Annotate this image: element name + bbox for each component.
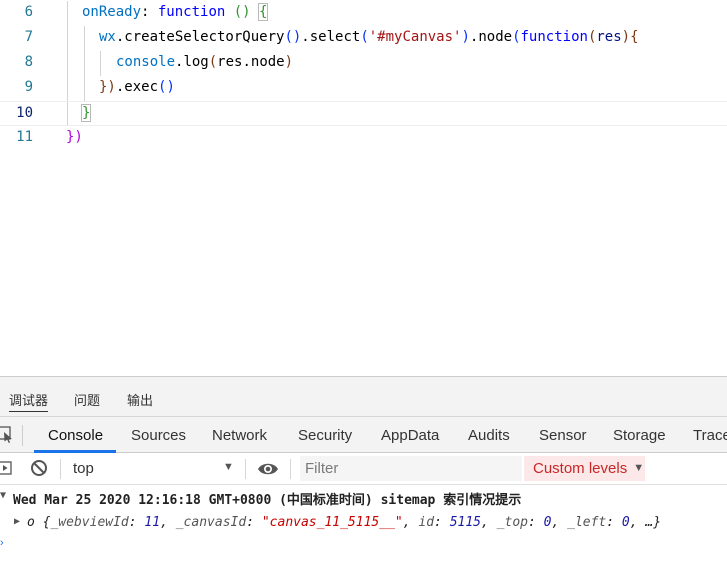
line-number: 6 xyxy=(24,4,33,20)
log-levels-label: Custom levels xyxy=(533,460,628,477)
indent-guide xyxy=(67,1,68,26)
code-text: }).exec() xyxy=(99,79,175,95)
tab-sensor[interactable]: Sensor xyxy=(539,427,587,444)
line-number: 10 xyxy=(16,105,33,121)
panel-tab-bar: 调试器 问题 输出 xyxy=(0,376,727,416)
indent-guide xyxy=(84,76,85,101)
tab-security[interactable]: Security xyxy=(298,427,352,444)
divider xyxy=(245,459,246,479)
code-line-8[interactable]: 8 console.log(res.node) xyxy=(0,51,727,76)
indent-guide xyxy=(84,26,85,51)
code-text: wx.createSelectorQuery().select('#myCanv… xyxy=(99,29,639,45)
show-sidebar-icon[interactable] xyxy=(0,458,13,483)
chevron-down-icon[interactable]: ▼ xyxy=(223,461,234,473)
indent-guide xyxy=(84,51,85,76)
tab-network[interactable]: Network xyxy=(212,427,267,444)
filter-input[interactable] xyxy=(300,456,522,481)
line-number: 7 xyxy=(24,29,33,45)
panel-tab-debugger[interactable]: 调试器 xyxy=(9,390,49,412)
console-object-entry[interactable]: ▶ o {_webviewId: 11, _canvasId: "canvas_… xyxy=(0,515,727,537)
console-output: ▼ Wed Mar 25 2020 12:16:18 GMT+0800 (中国标… xyxy=(0,485,727,567)
indent-guide xyxy=(67,26,68,51)
chevron-down-icon: ▼ xyxy=(633,462,645,474)
indent-guide xyxy=(67,51,68,76)
indent-guide xyxy=(67,102,68,125)
console-toolbar: top ▼ Custom levels ▼ xyxy=(0,453,727,485)
indent-guide xyxy=(100,51,101,76)
tab-trace[interactable]: Trace xyxy=(693,427,727,444)
object-preview: o {_webviewId: 11, _canvasId: "canvas_11… xyxy=(27,515,662,530)
tab-sources[interactable]: Sources xyxy=(131,427,186,444)
line-number: 8 xyxy=(24,54,33,70)
group-message: Wed Mar 25 2020 12:16:18 GMT+0800 (中国标准时… xyxy=(13,493,522,508)
eye-icon[interactable] xyxy=(257,461,279,482)
line-number: 9 xyxy=(24,79,33,95)
panel-tab-output[interactable]: 输出 xyxy=(127,390,153,409)
clear-console-icon[interactable] xyxy=(29,458,49,483)
code-editor[interactable]: 6 onReady: function () { 7 wx.createSele… xyxy=(0,0,727,376)
code-line-6[interactable]: 6 onReady: function () { xyxy=(0,1,727,26)
tab-console[interactable]: Console xyxy=(48,427,103,444)
tab-appdata[interactable]: AppData xyxy=(381,427,439,444)
code-text: onReady: function () { xyxy=(82,3,269,21)
context-select[interactable]: top xyxy=(73,460,94,477)
tab-audits[interactable]: Audits xyxy=(468,427,510,444)
panel-tab-issues[interactable]: 问题 xyxy=(74,390,100,409)
console-group-header[interactable]: ▼ Wed Mar 25 2020 12:16:18 GMT+0800 (中国标… xyxy=(0,489,727,511)
code-line-7[interactable]: 7 wx.createSelectorQuery().select('#myCa… xyxy=(0,26,727,51)
log-levels-dropdown[interactable]: Custom levels ▼ xyxy=(524,456,645,481)
console-prompt-icon[interactable]: › xyxy=(0,537,4,549)
code-line-11[interactable]: 11 }) xyxy=(0,126,727,151)
collapse-arrow-icon[interactable]: ▶ xyxy=(14,516,20,527)
indent-guide xyxy=(67,76,68,101)
devtools-tab-bar: Console Sources Network Security AppData… xyxy=(0,416,727,453)
line-number: 11 xyxy=(16,129,33,145)
inspect-element-icon[interactable] xyxy=(0,426,14,449)
divider xyxy=(60,459,61,479)
code-text: } xyxy=(80,104,92,122)
divider xyxy=(290,459,291,479)
code-line-10[interactable]: 10 } xyxy=(0,101,727,126)
devtools-panel: 调试器 问题 输出 Console Sources Network Securi… xyxy=(0,376,727,567)
code-text: }) xyxy=(66,129,83,145)
divider xyxy=(22,425,23,446)
tab-storage[interactable]: Storage xyxy=(613,427,666,444)
code-text: console.log(res.node) xyxy=(116,54,294,70)
code-line-9[interactable]: 9 }).exec() xyxy=(0,76,727,101)
expand-arrow-icon[interactable]: ▼ xyxy=(0,490,6,501)
